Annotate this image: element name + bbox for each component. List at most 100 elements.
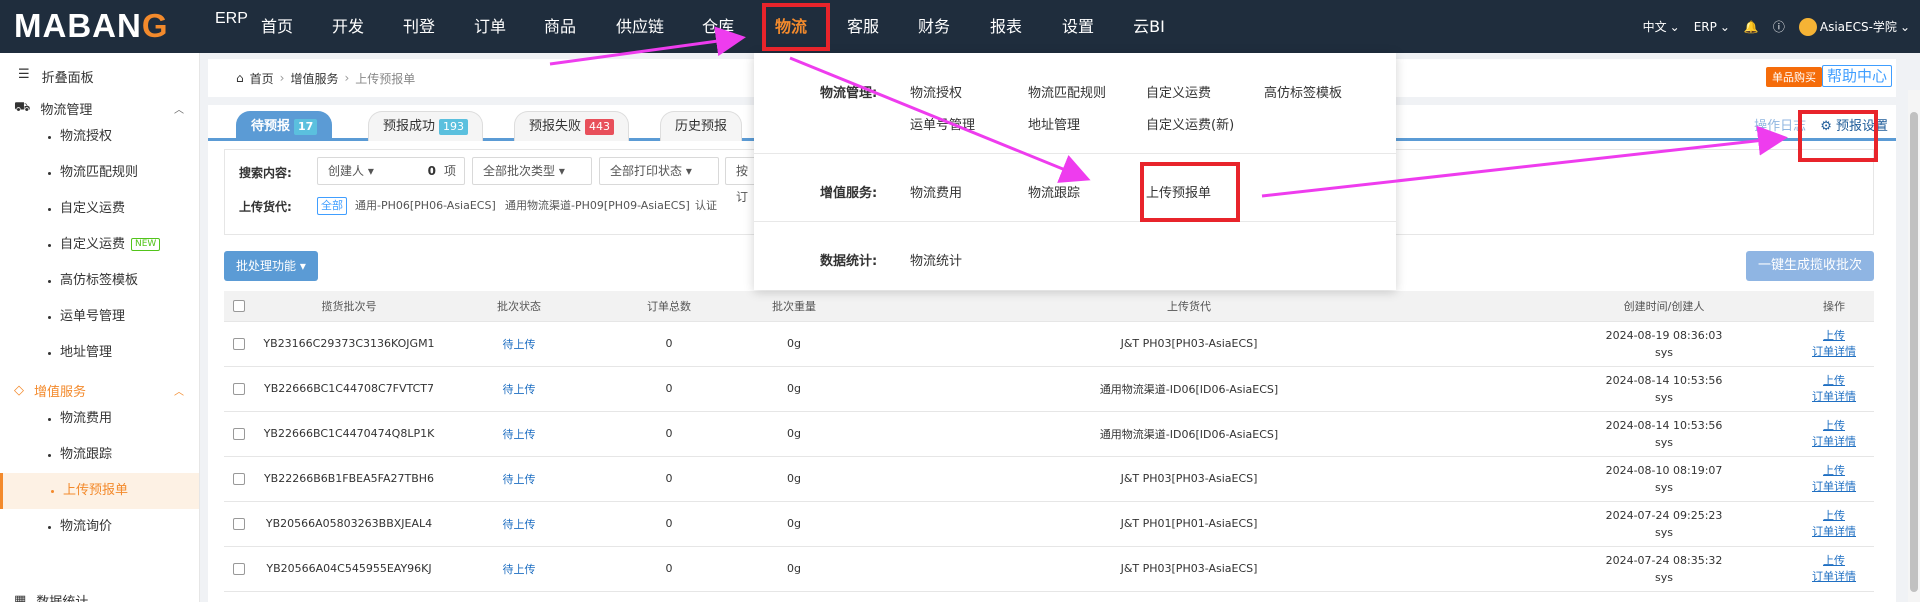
order-detail-link[interactable]: 订单详情 bbox=[1794, 389, 1874, 405]
carrier-filter-option[interactable]: 通用物流渠道-PH09[PH09-AsiaECS] bbox=[505, 198, 690, 214]
help-center-button[interactable]: 帮助中心 bbox=[1821, 65, 1892, 87]
dropdown-link-match-rules[interactable]: 物流匹配规则 bbox=[1028, 82, 1106, 101]
carrier-name: J&T PH03[PH03-AsiaECS] bbox=[844, 321, 1534, 367]
row-checkbox[interactable] bbox=[233, 563, 245, 575]
created-cell: 2024-08-14 10:53:56 sys bbox=[1534, 411, 1794, 457]
batch-actions-button[interactable]: 批处理功能 ▾ bbox=[224, 251, 318, 281]
upload-link[interactable]: 上传 bbox=[1794, 418, 1874, 434]
row-checkbox[interactable] bbox=[233, 428, 245, 440]
tab-failed[interactable]: 预报失败 443 bbox=[514, 111, 630, 141]
row-checkbox[interactable] bbox=[233, 383, 245, 395]
tab-label: 预报成功 bbox=[383, 119, 436, 134]
tab-history[interactable]: 历史预报 bbox=[660, 111, 743, 141]
sidebar-item-custom-freight[interactable]: 自定义运费 bbox=[0, 191, 199, 227]
language-switch[interactable]: 中文 ⌄ bbox=[1643, 18, 1680, 35]
row-select-cell bbox=[224, 366, 254, 412]
select-all-checkbox[interactable] bbox=[233, 300, 245, 313]
order-detail-link[interactable]: 订单详情 bbox=[1794, 344, 1874, 360]
caret-down-icon: ▾ bbox=[558, 164, 565, 178]
dropdown-link-logistics-tracking[interactable]: 物流跟踪 bbox=[1028, 182, 1080, 201]
buy-button[interactable]: 单品购买 bbox=[1766, 67, 1822, 87]
sidebar-item-tracking-number[interactable]: 运单号管理 bbox=[0, 299, 199, 335]
generate-pickup-batch-button[interactable]: 一键生成揽收批次 bbox=[1745, 251, 1874, 281]
nav-item-settings[interactable]: 设置 bbox=[1055, 0, 1101, 53]
nav-item-products[interactable]: 商品 bbox=[537, 0, 583, 53]
upload-link[interactable]: 上传 bbox=[1794, 508, 1874, 524]
created-time: 2024-08-14 10:53:56 bbox=[1605, 373, 1723, 387]
system-switch[interactable]: ERP ⌄ bbox=[1694, 20, 1730, 34]
order-detail-link[interactable]: 订单详情 bbox=[1794, 434, 1874, 450]
upload-link[interactable]: 上传 bbox=[1794, 373, 1874, 389]
actions-cell: 上传 订单详情 bbox=[1794, 321, 1874, 367]
upload-link[interactable]: 上传 bbox=[1794, 463, 1874, 479]
sidebar-item-logistics-inquiry[interactable]: 物流询价 bbox=[0, 509, 199, 545]
col-header-batch: 揽货批次号 bbox=[254, 291, 444, 322]
nav-item-listing[interactable]: 刊登 bbox=[396, 0, 442, 53]
nav-item-orders[interactable]: 订单 bbox=[467, 0, 513, 53]
nav-item-warehouse[interactable]: 仓库 bbox=[695, 0, 741, 53]
dropdown-link-tracking-number[interactable]: 运单号管理 bbox=[910, 114, 975, 133]
nav-item-supply-chain[interactable]: 供应链 bbox=[610, 0, 670, 53]
sidebar-group-data-stats[interactable]: ▦ 数据统计 ︿ bbox=[14, 591, 184, 602]
dropdown-link-custom-freight-new[interactable]: 自定义运费(新) bbox=[1146, 114, 1234, 133]
sidebar-item-match-rules[interactable]: 物流匹配规则 bbox=[0, 155, 199, 191]
breadcrumb-home[interactable]: 首页 bbox=[250, 70, 274, 87]
tab-pending[interactable]: 待预报 17 bbox=[236, 111, 333, 141]
sidebar-item-label: 高仿标签模板 bbox=[60, 273, 139, 288]
help-circle-icon[interactable]: ⓘ bbox=[1773, 18, 1785, 35]
sidebar-item-logistics-tracking[interactable]: 物流跟踪 bbox=[0, 437, 199, 473]
scrollbar-thumb[interactable] bbox=[1910, 112, 1918, 592]
tab-success[interactable]: 预报成功 193 bbox=[368, 111, 484, 141]
row-checkbox[interactable] bbox=[233, 473, 245, 485]
created-by: sys bbox=[1655, 480, 1673, 494]
breadcrumb-current: 上传预报单 bbox=[355, 71, 416, 86]
dropdown-link-custom-freight[interactable]: 自定义运费 bbox=[1146, 82, 1211, 101]
dropdown-section-label: 物流管理: bbox=[820, 86, 878, 101]
dropdown-link-label-template[interactable]: 高仿标签模板 bbox=[1264, 82, 1342, 101]
nav-item-home[interactable]: 首页 bbox=[254, 0, 300, 53]
sidebar-item-custom-freight-new[interactable]: 自定义运费 NEW bbox=[0, 227, 199, 263]
sidebar-group-logistics-mgmt[interactable]: ⛟ 物流管理 ︿ bbox=[14, 99, 184, 118]
sidebar-group-value-added[interactable]: ◇ 增值服务 ︿ bbox=[14, 381, 184, 400]
breadcrumb-value-added[interactable]: 增值服务 bbox=[290, 70, 338, 87]
row-checkbox[interactable] bbox=[233, 338, 245, 350]
print-status-select[interactable]: 全部打印状态 ▾ bbox=[599, 157, 719, 185]
carrier-filter-option[interactable]: 认证 bbox=[695, 198, 717, 214]
creator-select[interactable]: 创建人 ▾ 0 项 bbox=[317, 157, 465, 185]
order-detail-link[interactable]: 订单详情 bbox=[1794, 569, 1874, 585]
nav-item-finance[interactable]: 财务 bbox=[911, 0, 957, 53]
vertical-scrollbar[interactable] bbox=[1908, 90, 1920, 602]
dropdown-section-label: 增值服务: bbox=[820, 186, 878, 201]
created-by: sys bbox=[1655, 345, 1673, 359]
sidebar-item-address[interactable]: 地址管理 bbox=[0, 335, 199, 371]
order-detail-link[interactable]: 订单详情 bbox=[1794, 524, 1874, 540]
row-checkbox[interactable] bbox=[233, 518, 245, 530]
nav-item-cloud-bi[interactable]: 云BI bbox=[1126, 0, 1172, 53]
mabang-logo[interactable]: MABANG bbox=[14, 9, 169, 43]
dropdown-link-logistics-auth[interactable]: 物流授权 bbox=[910, 82, 962, 101]
sidebar-item-upload-forecast[interactable]: 上传预报单 bbox=[0, 473, 199, 509]
dropdown-link-logistics-fee[interactable]: 物流费用 bbox=[910, 182, 962, 201]
collapse-panel-button[interactable]: ☰ 折叠面板 bbox=[18, 67, 94, 86]
nav-item-develop[interactable]: 开发 bbox=[325, 0, 371, 53]
bell-icon[interactable]: 🔔 bbox=[1744, 20, 1759, 34]
logo-erp-label: ERP bbox=[215, 10, 248, 27]
sidebar-group-label: 数据统计 bbox=[36, 591, 88, 602]
creator-select-label: 创建人 bbox=[328, 164, 365, 178]
sidebar-item-logistics-fee[interactable]: 物流费用 bbox=[0, 401, 199, 437]
batch-type-select[interactable]: 全部批次类型 ▾ bbox=[472, 157, 592, 185]
nav-item-reports[interactable]: 报表 bbox=[983, 0, 1029, 53]
carrier-filter-all[interactable]: 全部 bbox=[317, 197, 347, 215]
dropdown-link-address[interactable]: 地址管理 bbox=[1028, 114, 1080, 133]
row-select-cell bbox=[224, 546, 254, 592]
upload-link[interactable]: 上传 bbox=[1794, 553, 1874, 569]
dropdown-link-logistics-stats[interactable]: 物流统计 bbox=[910, 250, 962, 269]
sidebar-item-logistics-auth[interactable]: 物流授权 bbox=[0, 119, 199, 155]
carrier-filter-option[interactable]: 通用-PH06[PH06-AsiaECS] bbox=[355, 198, 496, 214]
order-detail-link[interactable]: 订单详情 bbox=[1794, 479, 1874, 495]
upload-link[interactable]: 上传 bbox=[1794, 328, 1874, 344]
col-header-status: 批次状态 bbox=[444, 291, 594, 322]
nav-item-customer-service[interactable]: 客服 bbox=[840, 0, 886, 53]
user-menu[interactable]: AsiaECS-学院 ⌄ bbox=[1798, 17, 1910, 36]
sidebar-item-label-template[interactable]: 高仿标签模板 bbox=[0, 263, 199, 299]
